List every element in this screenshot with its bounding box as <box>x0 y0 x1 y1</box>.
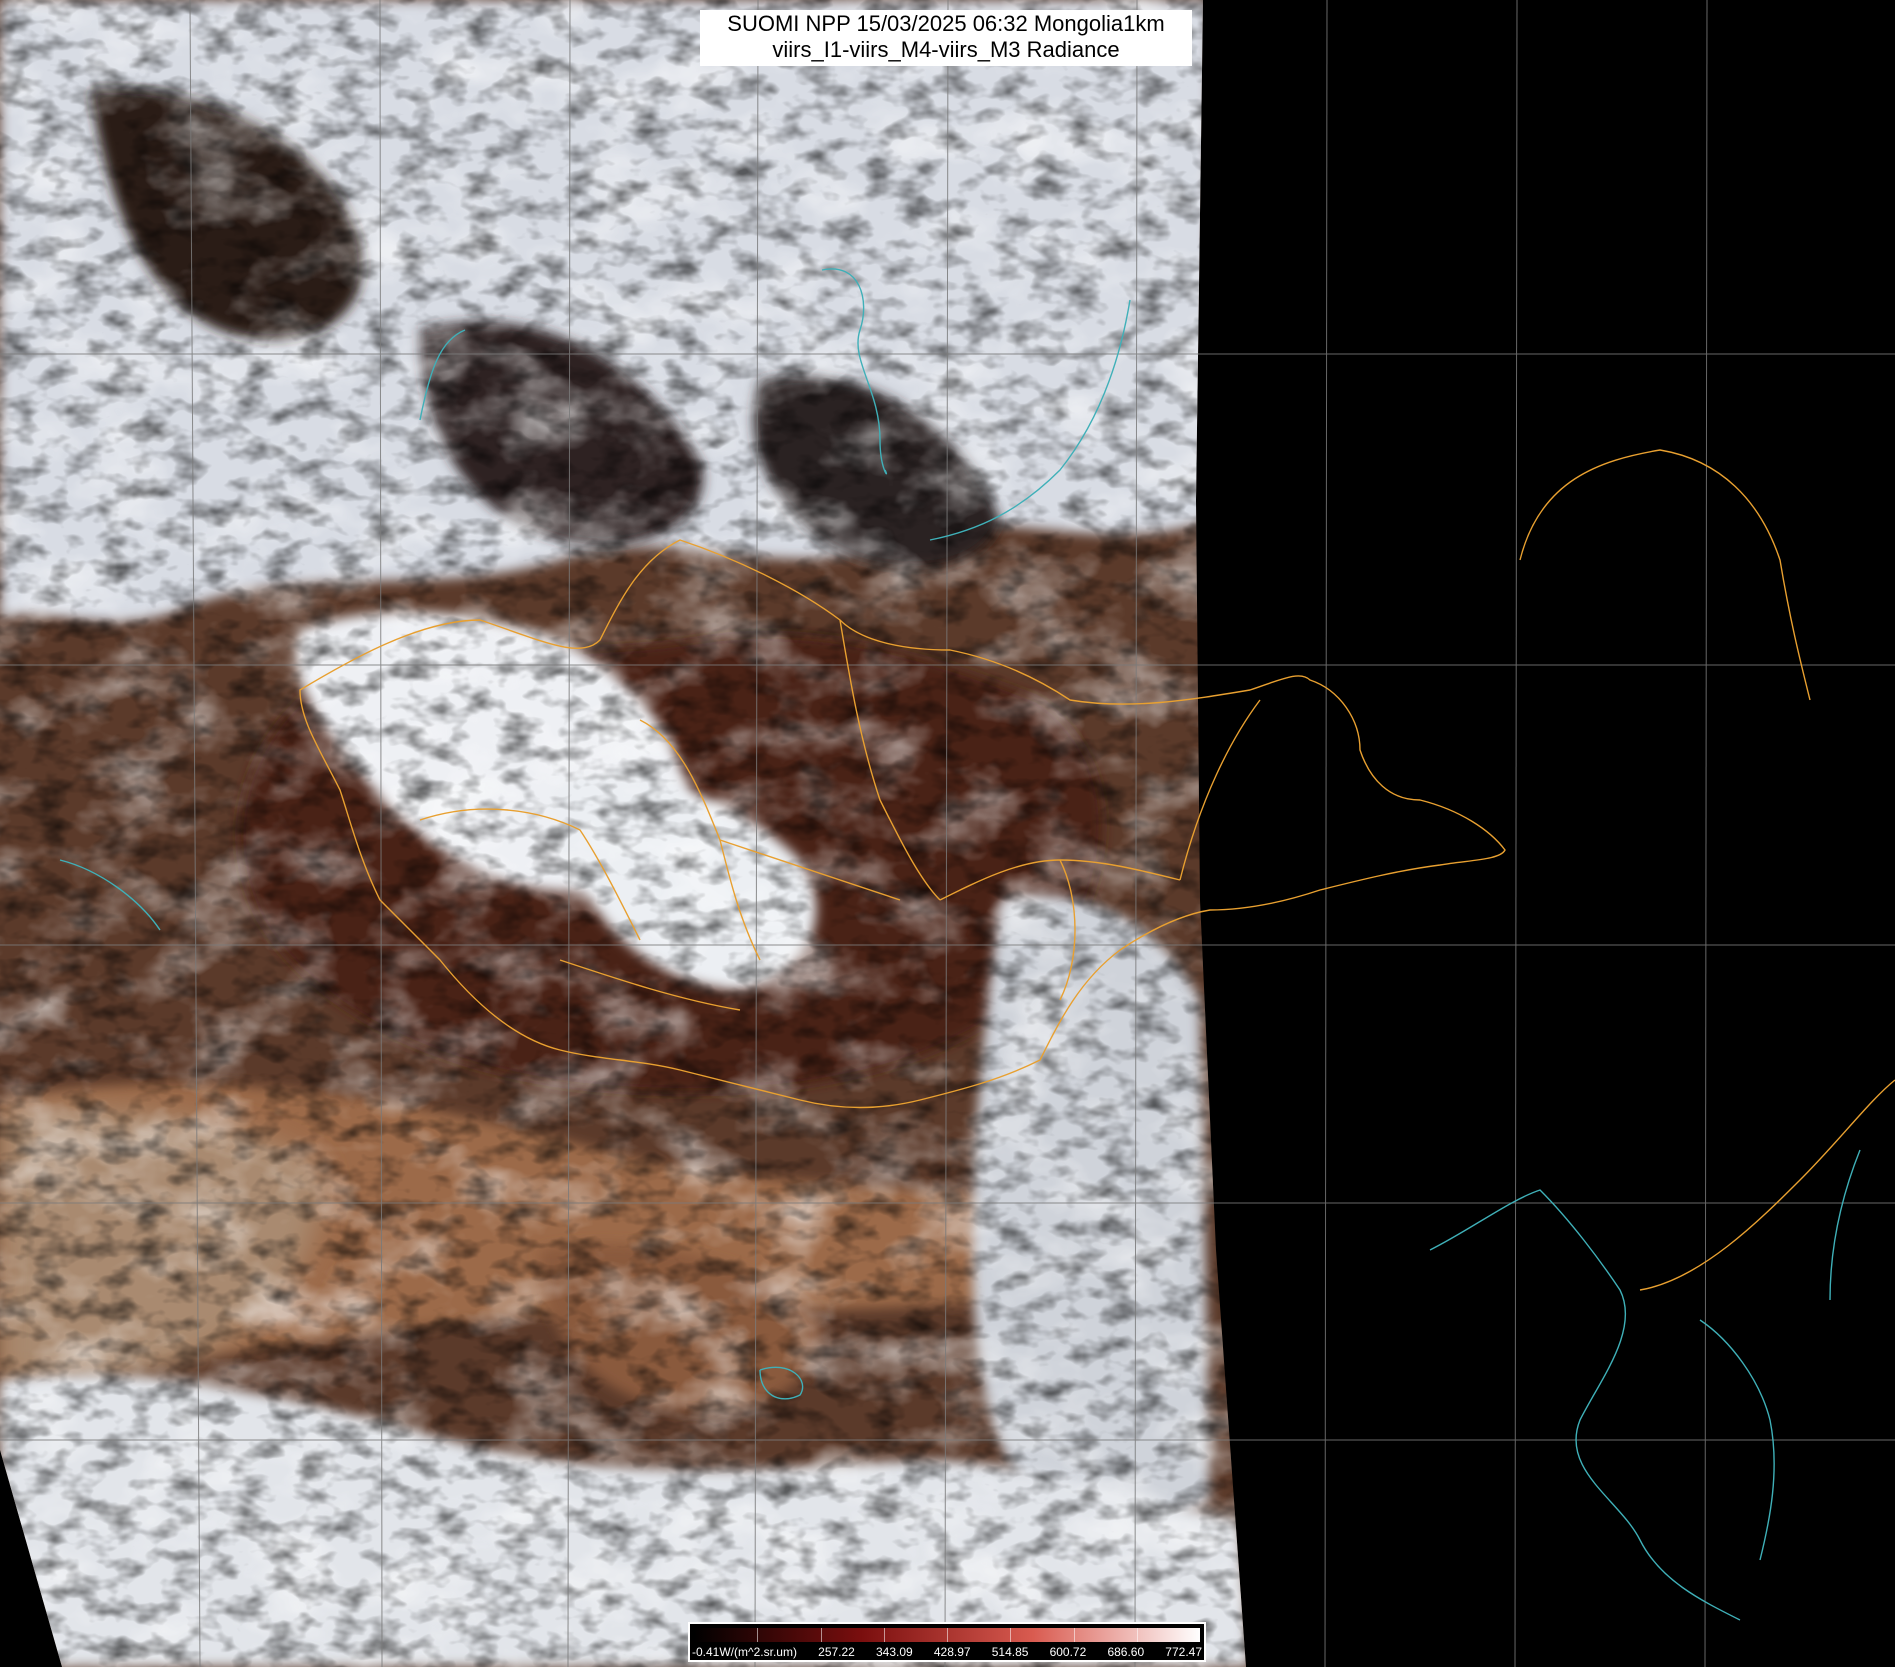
legend-label: 514.85 <box>991 1645 1029 1659</box>
legend-label: 772.47 <box>1165 1645 1202 1659</box>
legend-ticks <box>694 1628 1200 1642</box>
legend-tick <box>1073 1628 1075 1642</box>
satellite-map <box>0 0 1895 1667</box>
title-box: SUOMI NPP 15/03/2025 06:32 Mongolia1km v… <box>700 10 1192 66</box>
title-line-1: SUOMI NPP 15/03/2025 06:32 Mongolia1km <box>727 11 1165 36</box>
title-line-2: viirs_I1-viirs_M4-viirs_M3 Radiance <box>772 37 1120 62</box>
legend-label: 686.60 <box>1107 1645 1145 1659</box>
color-legend: -0.41W/(m^2.sr.um) 257.22 343.09 428.97 … <box>688 1622 1206 1662</box>
legend-labels: -0.41W/(m^2.sr.um) 257.22 343.09 428.97 … <box>692 1645 1202 1659</box>
legend-tick <box>947 1628 948 1642</box>
legend-label: 428.97 <box>933 1645 971 1659</box>
legend-tick <box>1136 1628 1138 1642</box>
legend-label: 343.09 <box>876 1645 913 1659</box>
legend-tick <box>1010 1628 1012 1642</box>
legend-label: 600.72 <box>1049 1645 1087 1659</box>
satellite-swath <box>0 0 1246 1667</box>
legend-tick <box>883 1628 885 1642</box>
legend-label: -0.41W/(m^2.sr.um) <box>692 1645 797 1659</box>
legend-label: 257.22 <box>818 1645 855 1659</box>
legend-tick <box>757 1628 759 1642</box>
legend-tick <box>820 1628 822 1642</box>
